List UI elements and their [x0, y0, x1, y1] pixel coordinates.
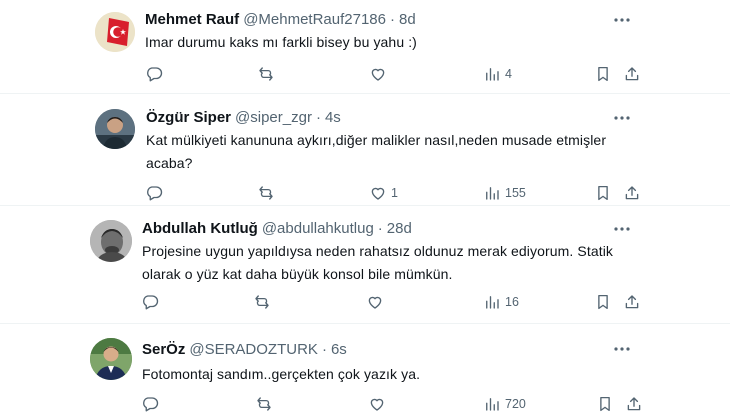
- avatar[interactable]: [95, 109, 135, 149]
- reply-button[interactable]: [145, 63, 167, 85]
- share-arrow-icon: [627, 397, 641, 411]
- post-text-line: Kat mülkiyeti kanununa aykırı,diğer mali…: [146, 132, 607, 148]
- views-button[interactable]: 155: [483, 182, 526, 204]
- share-button[interactable]: [623, 182, 641, 204]
- photo-avatar-icon: [95, 109, 135, 149]
- heart-icon: [371, 68, 385, 81]
- post-text: Fotomontaj sandım..gerçekten çok yazık y…: [142, 363, 420, 386]
- separator-dot: ·: [321, 341, 327, 358]
- post-time[interactable]: 28d: [387, 220, 412, 237]
- post-text: Kat mülkiyeti kanununa aykırı,diğer mali…: [146, 129, 606, 175]
- repost-arrows-icon: [255, 295, 269, 309]
- more-dots-icon[interactable]: [612, 10, 632, 30]
- reply-bubble-icon: [143, 295, 159, 310]
- post-text: Imar durumu kaks mı farkli bisey bu yahu…: [145, 31, 417, 54]
- separator-dot: ·: [315, 109, 321, 126]
- reply-button[interactable]: [141, 291, 163, 313]
- heart-icon: [371, 187, 385, 200]
- reply-button[interactable]: [141, 393, 163, 415]
- author-handle[interactable]: @abdullahkutlug: [262, 220, 374, 237]
- author-name[interactable]: SerÖz: [142, 341, 185, 358]
- author-name[interactable]: Mehmet Rauf: [145, 11, 239, 28]
- heart-icon: [368, 296, 382, 309]
- repost-arrows-icon: [259, 186, 273, 200]
- reply-bubble-icon: [147, 186, 163, 201]
- share-arrow-icon: [625, 186, 639, 200]
- post-time[interactable]: 6s: [331, 341, 347, 358]
- views-bars-icon: [486, 187, 499, 200]
- bookmark-button[interactable]: [594, 182, 612, 204]
- avatar[interactable]: [90, 220, 132, 262]
- views-button[interactable]: 4: [483, 63, 512, 85]
- post-abdullah-kutlug[interactable]: Abdullah Kutluğ @abdullahkutlug · 28d Pr…: [0, 206, 730, 324]
- post-time[interactable]: 4s: [325, 109, 341, 126]
- post-text-line: olarak o yüz kat daha büyük konsol bile …: [142, 266, 453, 282]
- author-handle[interactable]: @MehmetRauf27186: [243, 11, 386, 28]
- repost-arrows-icon: [259, 67, 273, 81]
- bookmark-icon: [598, 294, 608, 310]
- post-actions: 4: [0, 63, 730, 85]
- separator-dot: ·: [377, 220, 383, 237]
- turkish-flag-avatar-icon: [95, 12, 135, 52]
- post-text-line: Imar durumu kaks mı farkli bisey bu yahu…: [145, 34, 417, 50]
- like-button[interactable]: [368, 393, 390, 415]
- like-button[interactable]: [366, 291, 388, 313]
- post-text-line: Projesine uygun yapıldıysa neden rahatsı…: [142, 243, 614, 259]
- views-button[interactable]: 16: [483, 291, 519, 313]
- more-dots-icon[interactable]: [612, 339, 632, 359]
- bookmark-button[interactable]: [596, 393, 614, 415]
- post-text-line: acaba?: [146, 155, 193, 171]
- repost-button[interactable]: [255, 393, 277, 415]
- post-actions: 720: [0, 393, 730, 415]
- views-count: 155: [505, 186, 526, 200]
- reply-button[interactable]: [145, 182, 167, 204]
- author-handle[interactable]: @siper_zgr: [235, 109, 312, 126]
- post-time[interactable]: 8d: [399, 11, 416, 28]
- share-arrow-icon: [625, 67, 639, 81]
- avatar[interactable]: [90, 338, 132, 380]
- bookmark-button[interactable]: [594, 291, 612, 313]
- photo-avatar-suit-icon: [90, 338, 132, 380]
- repost-arrows-icon: [257, 397, 271, 411]
- views-count: 16: [505, 295, 519, 309]
- bookmark-icon: [598, 66, 608, 82]
- author-handle[interactable]: @SERADOZTURK: [189, 341, 318, 358]
- repost-button[interactable]: [253, 291, 275, 313]
- views-count: 720: [505, 397, 526, 411]
- grayscale-photo-avatar-icon: [90, 220, 132, 262]
- bookmark-icon: [600, 396, 610, 412]
- like-button[interactable]: [369, 63, 391, 85]
- share-button[interactable]: [623, 63, 641, 85]
- avatar[interactable]: [95, 12, 135, 52]
- heart-icon: [370, 398, 384, 411]
- more-dots-icon[interactable]: [612, 219, 632, 239]
- share-button[interactable]: [623, 291, 641, 313]
- post-text-line: Fotomontaj sandım..gerçekten çok yazık y…: [142, 366, 421, 382]
- repost-button[interactable]: [257, 182, 279, 204]
- share-arrow-icon: [625, 295, 639, 309]
- more-dots-icon[interactable]: [612, 108, 632, 128]
- post-text: Projesine uygun yapıldıysa neden rahatsı…: [142, 240, 613, 286]
- like-count: 1: [391, 186, 398, 200]
- views-button[interactable]: 720: [483, 393, 526, 415]
- views-bars-icon: [486, 398, 499, 411]
- post-ozgur-siper[interactable]: Özgür Siper @siper_zgr · 4s Kat mülkiyet…: [0, 94, 730, 206]
- share-button[interactable]: [625, 393, 643, 415]
- views-bars-icon: [486, 296, 499, 309]
- views-count: 4: [505, 67, 512, 81]
- repost-button[interactable]: [257, 63, 279, 85]
- post-mehmet-rauf[interactable]: Mehmet Rauf @MehmetRauf27186 · 8d Imar d…: [0, 0, 730, 94]
- post-seroz[interactable]: SerÖz @SERADOZTURK · 6s Fotomontaj sandı…: [0, 324, 730, 420]
- reply-bubble-icon: [143, 397, 159, 412]
- bookmark-icon: [598, 185, 608, 201]
- bookmark-button[interactable]: [594, 63, 612, 85]
- reply-bubble-icon: [147, 67, 163, 82]
- author-name[interactable]: Abdullah Kutluğ: [142, 220, 258, 237]
- post-actions: 16: [0, 291, 730, 313]
- post-actions: 1 155: [0, 182, 730, 204]
- author-name[interactable]: Özgür Siper: [146, 109, 231, 126]
- views-bars-icon: [486, 68, 499, 81]
- separator-dot: ·: [390, 11, 395, 28]
- like-button[interactable]: 1: [369, 182, 398, 204]
